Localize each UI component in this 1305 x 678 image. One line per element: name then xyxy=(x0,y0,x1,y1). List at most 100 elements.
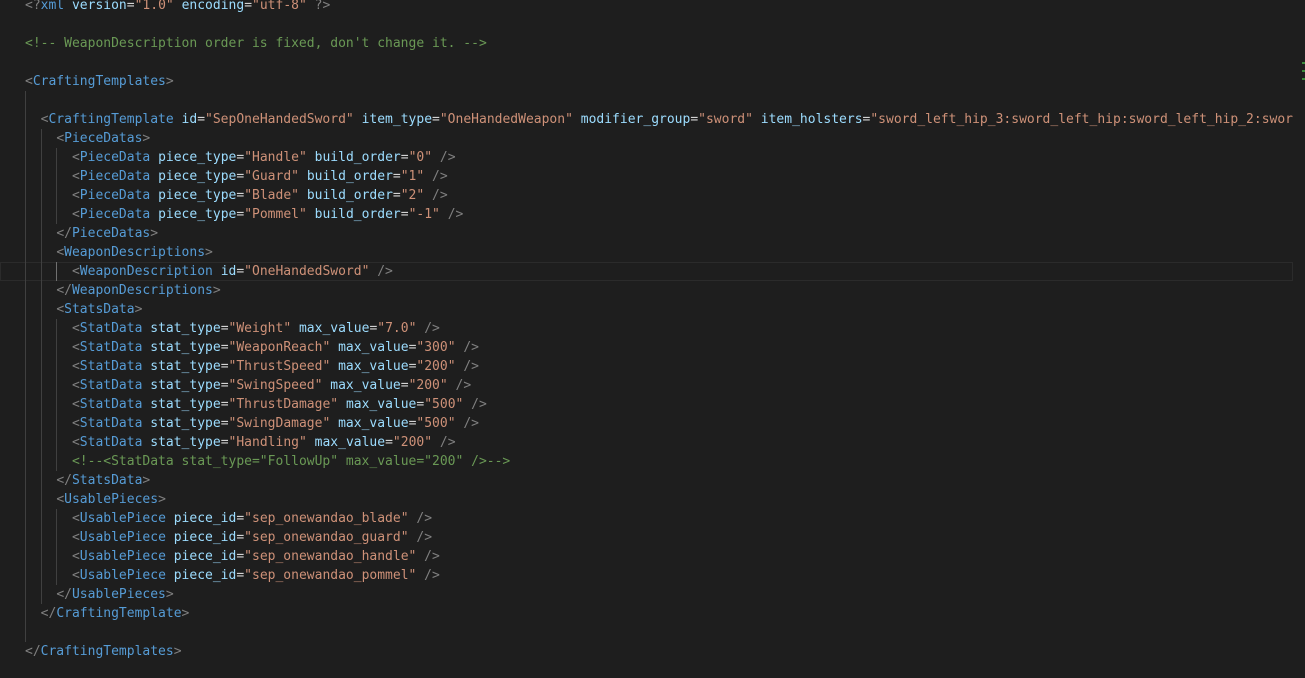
code-token: /> xyxy=(439,207,464,222)
code-token: < xyxy=(71,359,80,374)
code-token: stat_type xyxy=(150,416,221,431)
code-token: "OneHandedWeapon" xyxy=(439,112,573,127)
code-line[interactable]: <StatData stat_type="Handling" max_value… xyxy=(25,433,1293,452)
code-token: PieceData xyxy=(79,169,151,184)
code-token: "-1" xyxy=(408,207,440,222)
code-token: "Handle" xyxy=(244,150,307,165)
code-token: stat_type xyxy=(150,435,221,450)
code-line[interactable]: <?xml version="1.0" encoding="utf-8" ?> xyxy=(25,0,1293,15)
code-line[interactable]: </CraftingTemplate> xyxy=(25,604,1293,623)
code-line[interactable]: <UsablePieces> xyxy=(25,490,1293,509)
indent-guide xyxy=(25,91,26,110)
code-line[interactable]: <StatData stat_type="WeaponReach" max_va… xyxy=(25,338,1293,357)
indent-guide xyxy=(25,604,26,623)
indent-guide xyxy=(25,148,26,167)
code-token: PieceData xyxy=(79,207,151,222)
code-line[interactable]: <UsablePiece piece_id="sep_onewandao_gua… xyxy=(25,528,1293,547)
code-token: /> xyxy=(455,359,480,374)
code-line[interactable]: <StatData stat_type="SwingSpeed" max_val… xyxy=(25,376,1293,395)
code-token: CraftingTemplate xyxy=(48,112,174,127)
code-token: StatData xyxy=(79,340,143,355)
code-token: < xyxy=(71,511,80,526)
code-line[interactable]: </WeaponDescriptions> xyxy=(25,281,1293,300)
code-token: > xyxy=(165,587,174,602)
indent-guide xyxy=(25,528,26,547)
code-token: = xyxy=(432,112,440,127)
indent-guide xyxy=(25,224,26,243)
code-line[interactable]: </UsablePieces> xyxy=(25,585,1293,604)
code-line[interactable]: <UsablePiece piece_id="sep_onewandao_bla… xyxy=(25,509,1293,528)
code-token: WeaponDescriptions xyxy=(71,283,213,298)
code-token: = xyxy=(236,264,245,279)
indent-guide xyxy=(25,357,26,376)
code-line[interactable] xyxy=(25,623,1293,642)
code-token: "1.0" xyxy=(134,0,174,13)
indent-guide xyxy=(25,110,26,129)
code-line[interactable]: <WeaponDescriptions> xyxy=(25,243,1293,262)
code-token: = xyxy=(392,188,401,203)
code-token: "OneHandedSword" xyxy=(244,264,370,279)
indent-guide xyxy=(56,186,58,205)
code-line[interactable]: <WeaponDescription id="OneHandedSword" /… xyxy=(0,262,1293,281)
code-line[interactable]: <!-- WeaponDescription order is fixed, d… xyxy=(25,34,1293,53)
indent-guide xyxy=(25,376,26,395)
code-token: = xyxy=(220,321,229,336)
code-token: stat_type xyxy=(150,397,221,412)
code-token: > xyxy=(205,245,213,260)
indent-guide xyxy=(56,357,58,376)
code-line[interactable]: </StatsData> xyxy=(25,471,1293,490)
code-line[interactable]: <PieceData piece_type="Blade" build_orde… xyxy=(25,186,1293,205)
vertical-scrollbar[interactable] xyxy=(1293,0,1305,678)
code-token: max_value xyxy=(298,321,370,336)
code-line[interactable]: <PieceData piece_type="Guard" build_orde… xyxy=(25,167,1293,186)
code-line[interactable]: <StatData stat_type="SwingDamage" max_va… xyxy=(25,414,1293,433)
code-editor[interactable]: <?xml version="1.0" encoding="utf-8" ?> <… xyxy=(0,0,1305,678)
code-token: "sword_left_hip_3:sword_left_hip:sword_l… xyxy=(870,112,1293,127)
code-token: = xyxy=(197,112,206,127)
code-token: < xyxy=(56,131,65,146)
code-token: piece_type xyxy=(158,188,237,203)
code-token: xml xyxy=(40,0,65,13)
code-line[interactable]: </PieceDatas> xyxy=(25,224,1293,243)
code-line[interactable]: <CraftingTemplates> xyxy=(25,72,1293,91)
code-token: > xyxy=(181,606,190,621)
code-line[interactable] xyxy=(25,15,1293,34)
code-line[interactable]: <StatsData> xyxy=(25,300,1293,319)
code-token: "Guard" xyxy=(244,169,299,184)
code-token: = xyxy=(220,416,229,431)
code-line[interactable] xyxy=(25,53,1293,72)
indent-guide xyxy=(56,433,58,452)
indent-guide xyxy=(40,528,42,547)
indent-guide xyxy=(40,414,42,433)
code-line[interactable]: <UsablePiece piece_id="sep_onewandao_pom… xyxy=(25,566,1293,585)
indent-guide xyxy=(40,585,42,604)
code-area[interactable]: <?xml version="1.0" encoding="utf-8" ?> <… xyxy=(0,0,1293,661)
code-line[interactable]: <PieceData piece_type="Pommel" build_ord… xyxy=(25,205,1293,224)
code-line[interactable]: <PieceDatas> xyxy=(25,129,1293,148)
code-line[interactable]: <PieceData piece_type="Handle" build_ord… xyxy=(25,148,1293,167)
code-line[interactable]: <CraftingTemplate id="SepOneHandedSword"… xyxy=(25,110,1293,129)
code-token: "sep_onewandao_guard" xyxy=(244,530,409,545)
code-line[interactable]: <!--<StatData stat_type="FollowUp" max_v… xyxy=(25,452,1293,471)
code-line[interactable]: <StatData stat_type="Weight" max_value="… xyxy=(25,319,1293,338)
code-line[interactable]: </CraftingTemplates> xyxy=(25,642,1293,661)
code-token: UsablePiece xyxy=(79,530,166,545)
indent-guide xyxy=(25,129,26,148)
code-line[interactable] xyxy=(25,91,1293,110)
code-token: "WeaponReach" xyxy=(228,340,331,355)
code-line[interactable]: <StatData stat_type="ThrustDamage" max_v… xyxy=(25,395,1293,414)
code-token: "300" xyxy=(416,340,456,355)
code-token: < xyxy=(71,530,80,545)
code-line[interactable]: <StatData stat_type="ThrustSpeed" max_va… xyxy=(25,357,1293,376)
code-token: "ThrustDamage" xyxy=(228,397,339,412)
code-token: build_order xyxy=(306,169,393,184)
code-line[interactable]: <UsablePiece piece_id="sep_onewandao_han… xyxy=(25,547,1293,566)
code-token: "200" xyxy=(408,378,448,393)
